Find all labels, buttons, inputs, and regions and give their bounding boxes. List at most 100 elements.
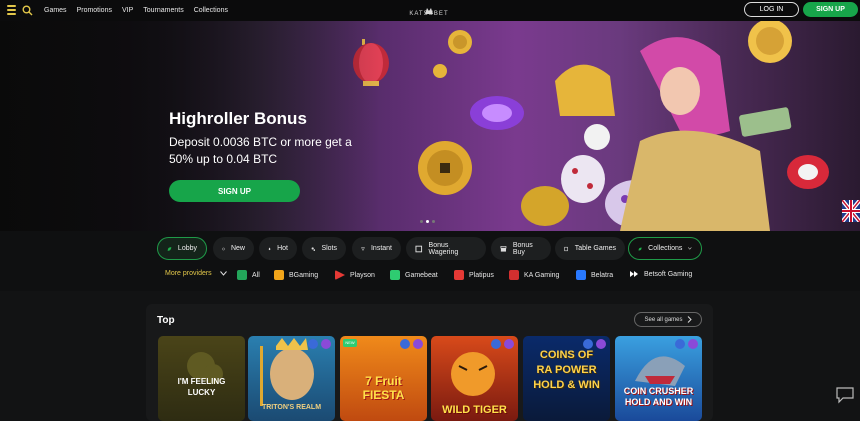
cat-label: New xyxy=(230,245,245,252)
chevron-right-icon xyxy=(687,316,692,323)
hero-signup-button[interactable]: SIGN UP xyxy=(169,180,300,202)
gamebeat-icon xyxy=(390,270,400,280)
main-nav: Games Promotions VIP Tournaments Collect… xyxy=(44,0,238,21)
game-tile-coins-of-ra[interactable]: COINS OF RA POWER HOLD & WIN xyxy=(523,336,610,421)
game-name: 7 Fruit FIESTA xyxy=(362,374,405,402)
provider-ka-gaming[interactable]: KA Gaming xyxy=(509,270,559,280)
cat-bonus-wagering[interactable]: Bonus Wagering xyxy=(406,237,486,260)
bonus-buy-icon xyxy=(500,245,507,252)
section-title: Top xyxy=(157,315,175,326)
provider-label: Belatra xyxy=(591,271,614,279)
bonus-wagering-icon xyxy=(415,245,423,252)
provider-belatra[interactable]: Belatra xyxy=(576,270,613,280)
search-icon[interactable] xyxy=(22,3,33,16)
game-name: COIN CRUSHER HOLD AND WIN xyxy=(623,386,694,407)
provider-label: Gamebeat xyxy=(405,271,438,279)
menu-icon[interactable] xyxy=(7,5,16,15)
carousel-dots xyxy=(420,220,435,223)
collections-dropdown[interactable]: Collections xyxy=(628,237,702,260)
cat-label: Hot xyxy=(277,245,288,252)
carousel-dot-active[interactable] xyxy=(426,220,429,223)
favorite-badge-icon xyxy=(688,339,698,349)
fire-icon xyxy=(268,246,271,250)
jackpot-badge-icon xyxy=(675,339,685,349)
nav-tournaments[interactable]: Tournaments xyxy=(143,7,183,14)
game-tile-feeling-lucky[interactable]: I'M FEELING LUCKY xyxy=(158,336,245,421)
logo-text: KATSUBET xyxy=(409,11,449,17)
favorite-badge-icon xyxy=(413,339,423,349)
collections-icon xyxy=(638,246,642,251)
bgaming-icon xyxy=(274,270,284,280)
provider-label: BGaming xyxy=(289,271,319,279)
cat-label: Bonus Buy xyxy=(512,241,533,256)
carousel-dot[interactable] xyxy=(432,220,435,223)
cat-label: Bonus Wagering xyxy=(428,241,459,256)
instant-icon xyxy=(361,246,365,251)
lobby-icon xyxy=(167,246,172,251)
game-tile-tritons-realm[interactable]: TRITON'S REALM xyxy=(248,336,335,421)
hero-title: Highroller Bonus xyxy=(169,109,307,128)
cat-instant[interactable]: Instant xyxy=(352,237,401,260)
game-name: TRITON'S REALM xyxy=(261,404,322,411)
provider-platipus[interactable]: Platipus xyxy=(454,270,494,280)
nav-promotions[interactable]: Promotions xyxy=(77,7,112,14)
provider-betsoft[interactable]: Betsoft Gaming xyxy=(629,270,692,278)
chat-support-icon[interactable] xyxy=(835,386,855,404)
cat-new[interactable]: New xyxy=(213,237,254,260)
signup-button[interactable]: SIGN UP xyxy=(803,2,858,17)
hero-subtitle: Deposit 0.0036 BTC or more get a 50% up … xyxy=(169,135,352,166)
new-badge: NEW xyxy=(343,339,357,347)
jackpot-badge-icon xyxy=(400,339,410,349)
chevron-down-icon xyxy=(688,247,692,250)
table-games-icon xyxy=(564,246,568,251)
new-icon xyxy=(222,247,225,250)
chevron-down-icon xyxy=(219,271,227,276)
provider-label: Platipus xyxy=(469,271,494,279)
cat-lobby[interactable]: Lobby xyxy=(157,237,207,260)
provider-label: Betsoft Gaming xyxy=(644,270,693,278)
game-name: COINS OF RA POWER HOLD & WIN xyxy=(533,349,600,391)
cat-hot[interactable]: Hot xyxy=(259,237,297,260)
cat-label: Instant xyxy=(370,245,392,252)
nav-collections[interactable]: Collections xyxy=(194,7,228,14)
cat-label: Lobby xyxy=(177,245,197,252)
nav-vip[interactable]: VIP xyxy=(122,7,133,14)
ka-gaming-icon xyxy=(509,270,519,280)
hero-banner[interactable]: Highroller Bonus Deposit 0.0036 BTC or m… xyxy=(0,21,860,231)
playson-icon xyxy=(335,270,345,280)
platipus-icon xyxy=(454,270,464,280)
nav-games[interactable]: Games xyxy=(44,7,67,14)
see-all-games-button[interactable]: See all games xyxy=(634,312,702,327)
game-name: I'M FEELING LUCKY xyxy=(177,377,226,397)
logo[interactable]: KATSUBET xyxy=(405,2,453,18)
cat-label: Slots xyxy=(321,245,337,252)
provider-all[interactable]: All xyxy=(237,270,260,280)
all-providers-icon xyxy=(237,270,247,280)
cat-table-games[interactable]: Table Games xyxy=(555,237,625,260)
betsoft-icon xyxy=(630,271,638,277)
game-tile-wild-tiger[interactable]: WILD TIGER xyxy=(431,336,518,421)
provider-gamebeat[interactable]: Gamebeat xyxy=(390,270,438,280)
provider-playson[interactable]: Playson xyxy=(335,270,375,280)
provider-label: KA Gaming xyxy=(524,271,560,279)
language-flag-icon[interactable] xyxy=(840,198,860,224)
more-providers-dropdown[interactable]: More providers xyxy=(165,270,227,277)
game-tile-fruit-fiesta[interactable]: NEW 7 Fruit FIESTA xyxy=(340,336,427,421)
jackpot-badge-icon xyxy=(491,339,501,349)
game-tile-coin-crusher[interactable]: COIN CRUSHER HOLD AND WIN xyxy=(615,336,702,421)
more-providers-label: More providers xyxy=(165,270,212,277)
login-button[interactable]: LOG IN xyxy=(744,2,799,17)
shark-artwork xyxy=(635,356,685,386)
slots-icon xyxy=(311,246,316,251)
category-bar: Lobby New Hot Slots Instant Bonus Wageri… xyxy=(0,231,860,291)
provider-bgaming[interactable]: BGaming xyxy=(274,270,318,280)
carousel-dot[interactable] xyxy=(420,220,423,223)
belatra-icon xyxy=(576,270,586,280)
collections-label: Collections xyxy=(648,245,683,252)
cat-bonus-buy[interactable]: Bonus Buy xyxy=(491,237,551,260)
cat-label: Table Games xyxy=(574,245,616,252)
favorite-badge-icon xyxy=(504,339,514,349)
cat-slots[interactable]: Slots xyxy=(302,237,346,260)
top-bar: Games Promotions VIP Tournaments Collect… xyxy=(0,0,860,21)
provider-label: All xyxy=(252,271,260,279)
